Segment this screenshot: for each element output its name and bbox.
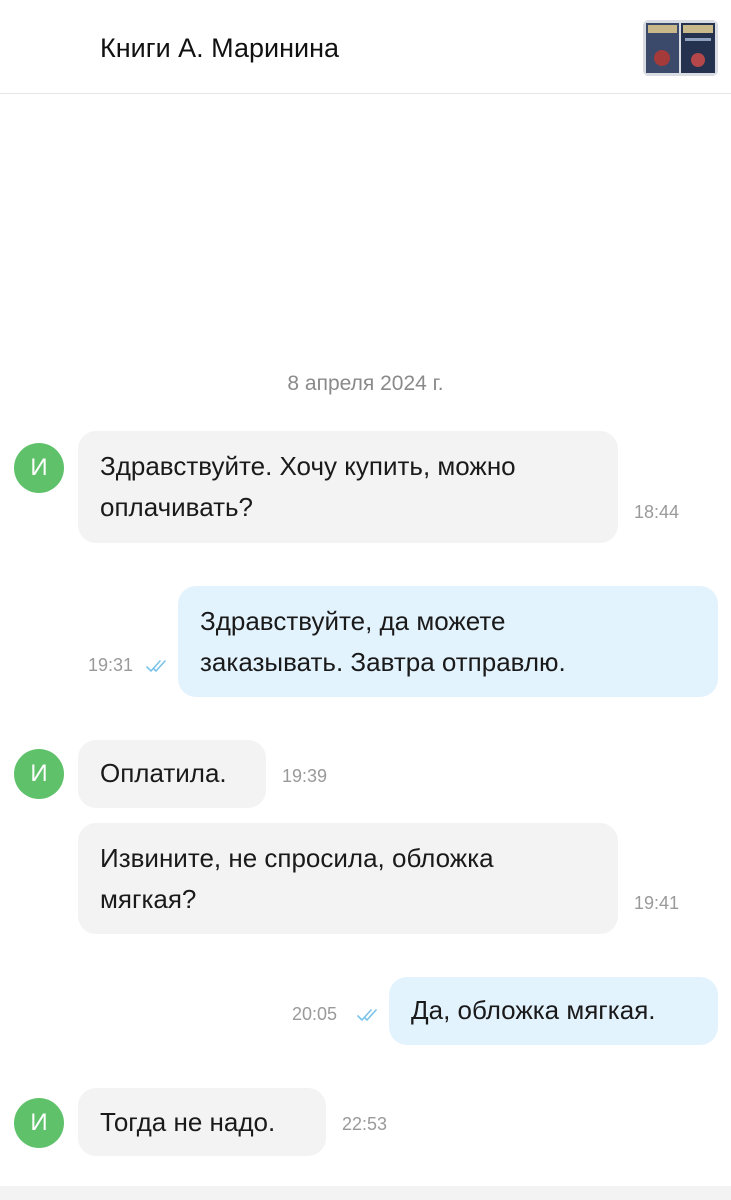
chat-title[interactable]: Книги А. Маринина	[100, 30, 339, 66]
message-line: заказывать. Завтра отправлю.	[200, 647, 566, 677]
incoming-message-bubble[interactable]: Здравствуйте. Хочу купить, можно оплачив…	[78, 431, 618, 543]
message-line: мягкая?	[100, 884, 197, 914]
message-text: Здравствуйте, да можете заказывать. Завт…	[200, 601, 566, 683]
message-text: Тогда не надо.	[100, 1107, 276, 1137]
outgoing-message-bubble[interactable]: Здравствуйте, да можете заказывать. Завт…	[178, 586, 718, 697]
message-time: 20:05	[292, 1004, 338, 1024]
outgoing-message-bubble[interactable]: Да, обложка мягкая.	[389, 977, 718, 1045]
message-text: Извините, не спросила, обложка мягкая?	[100, 838, 494, 920]
incoming-message-bubble[interactable]: Оплатила.	[78, 740, 266, 808]
message-time: 19:31	[88, 655, 134, 675]
chat-header: Книги А. Маринина	[0, 0, 731, 94]
message-text: Оплатила.	[100, 758, 227, 788]
sender-avatar[interactable]: И	[14, 443, 64, 493]
double-check-read-icon	[146, 660, 166, 672]
message-line: оплачивать?	[100, 492, 253, 522]
date-separator: 8 апреля 2024 г.	[287, 372, 444, 395]
chat-screen: Книги А. Маринина 8 апреля 2024 г. И Здр…	[0, 0, 731, 1200]
bottom-bar-edge	[0, 1186, 731, 1200]
message-time: 18:44	[634, 502, 680, 522]
message-time: 19:39	[282, 766, 328, 786]
sender-avatar[interactable]: И	[14, 1098, 64, 1148]
message-text: Да, обложка мягкая.	[411, 995, 656, 1025]
message-text: Здравствуйте. Хочу купить, можно оплачив…	[100, 446, 516, 528]
sender-avatar[interactable]: И	[14, 749, 64, 799]
incoming-message-bubble[interactable]: Тогда не надо.	[78, 1088, 326, 1156]
message-time: 22:53	[342, 1114, 388, 1134]
incoming-message-bubble[interactable]: Извините, не спросила, обложка мягкая?	[78, 823, 618, 934]
double-check-read-icon	[357, 1009, 377, 1021]
book-covers-thumbnail[interactable]	[643, 20, 718, 76]
message-line: Здравствуйте, да можете	[200, 606, 506, 636]
book-covers-icon	[643, 20, 718, 76]
message-time: 19:41	[634, 893, 680, 913]
message-line: Извините, не спросила, обложка	[100, 843, 494, 873]
message-line: Здравствуйте. Хочу купить, можно	[100, 451, 516, 481]
